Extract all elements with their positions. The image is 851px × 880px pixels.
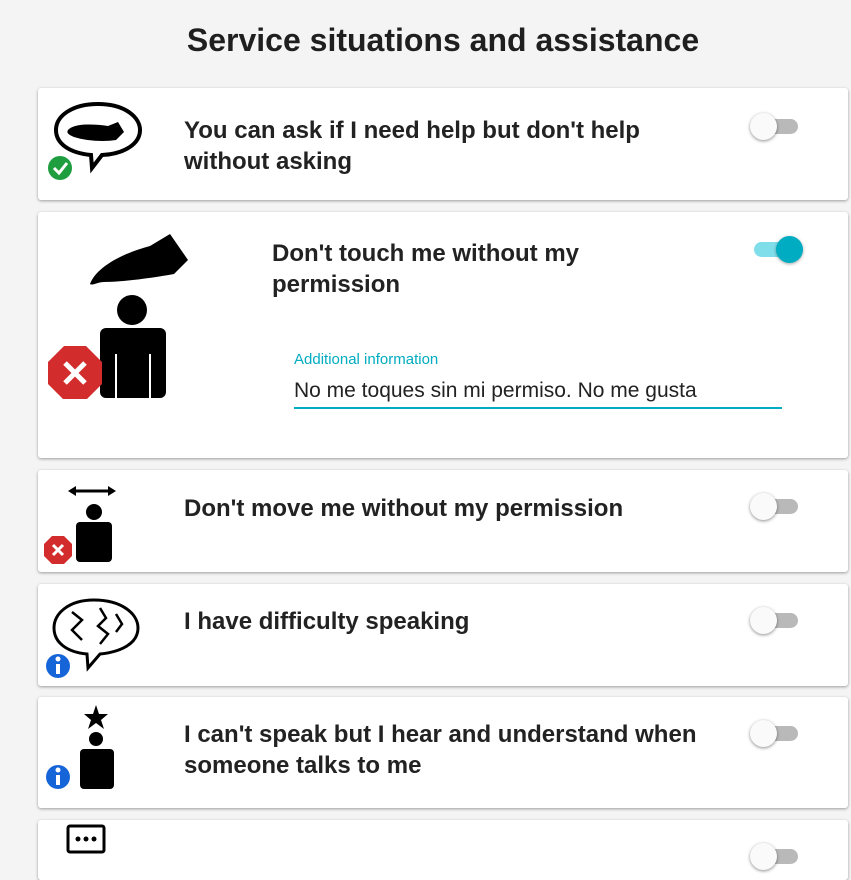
move-person-icon bbox=[44, 486, 116, 564]
toggle-switch[interactable] bbox=[750, 842, 802, 870]
item-label: Don't move me without my permission bbox=[184, 495, 624, 522]
item-card-partial bbox=[38, 820, 848, 880]
item-card-cant-speak: I can't speak but I hear and understand … bbox=[38, 697, 848, 808]
item-card-dont-move: Don't move me without my permission bbox=[38, 470, 848, 572]
page: Service situations and assistance You ca… bbox=[0, 0, 851, 880]
item-label: I can't speak but I hear and understand … bbox=[184, 721, 697, 779]
item-card-ask-before-help: You can ask if I need help but don't hel… bbox=[38, 88, 848, 200]
check-badge-icon bbox=[48, 156, 72, 180]
page-title: Service situations and assistance bbox=[186, 22, 700, 58]
star-person-icon bbox=[46, 705, 114, 789]
toggle-switch[interactable] bbox=[750, 719, 802, 747]
toggle-switch[interactable] bbox=[750, 235, 803, 263]
hand-over-person-icon bbox=[48, 234, 188, 399]
broken-speech-bubble-icon bbox=[46, 598, 140, 678]
item-label: You can ask if I need help but don't hel… bbox=[184, 117, 640, 175]
item-label: Don't touch me without my permission bbox=[272, 240, 580, 298]
additional-info-input[interactable] bbox=[294, 375, 782, 409]
toggle-switch[interactable] bbox=[750, 606, 802, 634]
toggle-switch[interactable] bbox=[750, 492, 802, 520]
item-card-dont-touch: Don't touch me without my permission Add… bbox=[38, 212, 848, 458]
additional-info-label: Additional information bbox=[294, 351, 439, 368]
item-label: I have difficulty speaking bbox=[184, 608, 470, 635]
typing-bubble-icon bbox=[66, 824, 106, 854]
toggle-switch[interactable] bbox=[750, 112, 802, 140]
helping-hand-speech-bubble-icon bbox=[48, 101, 143, 180]
item-card-difficulty-speaking: I have difficulty speaking bbox=[38, 584, 848, 686]
